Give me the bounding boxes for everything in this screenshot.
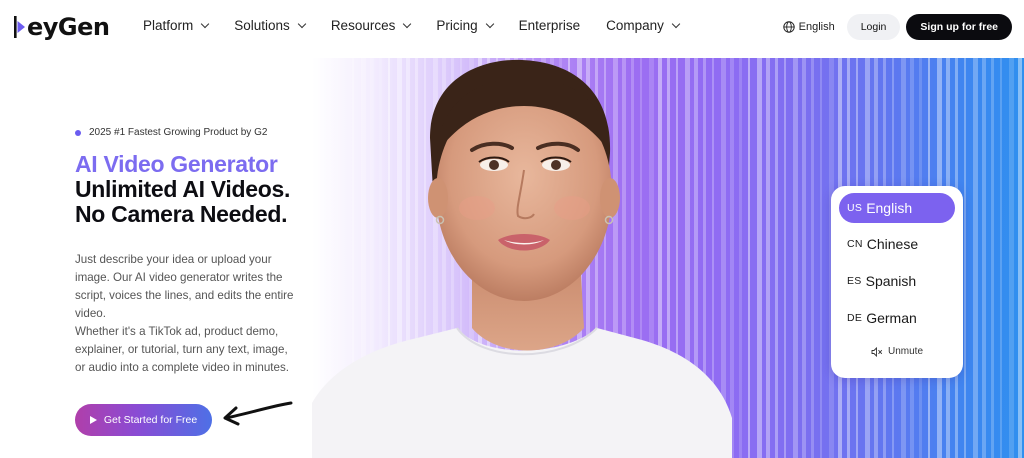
- description-paragraph-2: Whether it's a TikTok ad, product demo, …: [75, 325, 289, 374]
- language-label-spanish: Spanish: [865, 273, 917, 289]
- light-stripe: [1018, 58, 1022, 458]
- hero-description: Just describe your idea or upload your i…: [75, 251, 300, 377]
- light-stripe: [784, 58, 786, 458]
- language-label: English: [798, 21, 835, 33]
- nav-solutions[interactable]: Solutions: [234, 18, 307, 33]
- language-option-chinese[interactable]: CN Chinese: [839, 229, 955, 259]
- light-stripe: [757, 58, 762, 458]
- language-label-german: German: [866, 310, 917, 326]
- play-icon: [89, 416, 97, 424]
- headline-accent: AI Video Generator: [75, 151, 278, 177]
- light-stripe: [991, 58, 994, 458]
- ai-avatar-image: [312, 59, 732, 458]
- nav-platform[interactable]: Platform: [143, 18, 210, 33]
- language-option-spanish[interactable]: ES Spanish: [839, 266, 955, 296]
- nav-company[interactable]: Company: [606, 18, 681, 33]
- headline-line-2: Unlimited AI Videos.: [75, 176, 291, 202]
- nav-company-label: Company: [606, 18, 664, 33]
- chevron-down-icon: [671, 19, 681, 28]
- unmute-label: Unmute: [887, 346, 923, 357]
- language-label-english: English: [866, 200, 913, 216]
- description-paragraph-1: Just describe your idea or upload your i…: [75, 253, 294, 320]
- nav-enterprise-label: Enterprise: [518, 18, 581, 33]
- logo-play-icon: [14, 16, 25, 38]
- light-stripe: [802, 58, 806, 458]
- logo-wordmark: eyGen: [27, 13, 110, 41]
- headline-line-3: No Camera Needed.: [75, 201, 288, 227]
- light-stripe: [982, 58, 986, 458]
- light-stripe: [748, 58, 750, 458]
- light-stripe: [820, 58, 822, 458]
- light-stripe: [775, 58, 778, 458]
- light-stripe: [1000, 58, 1002, 458]
- language-option-english[interactable]: US English: [839, 193, 955, 223]
- unmute-button[interactable]: Unmute: [831, 346, 963, 357]
- get-started-button[interactable]: Get Started for Free: [75, 404, 212, 436]
- light-stripe: [973, 58, 978, 458]
- light-stripe: [766, 58, 770, 458]
- language-label-chinese: Chinese: [866, 236, 919, 252]
- speaker-muted-icon: [871, 346, 883, 357]
- heygen-logo[interactable]: eyGen: [14, 12, 110, 42]
- globe-icon: [782, 21, 795, 33]
- login-button[interactable]: Login: [846, 14, 901, 40]
- chevron-down-icon: [403, 19, 412, 28]
- light-stripe: [811, 58, 814, 458]
- g2-badge: 2025 #1 Fastest Growing Product by G2: [75, 127, 267, 138]
- language-selector[interactable]: English: [782, 21, 835, 33]
- badge-text: 2025 #1 Fastest Growing Product by G2: [89, 127, 268, 138]
- language-code-es: ES: [847, 275, 862, 287]
- language-option-german[interactable]: DE German: [839, 303, 955, 333]
- nav-pricing-label: Pricing: [436, 18, 478, 33]
- language-switcher-panel: US English CN Chinese ES Spanish DE Germ…: [831, 186, 963, 378]
- nav-pricing[interactable]: Pricing: [436, 18, 494, 33]
- chevron-down-icon: [201, 19, 210, 28]
- signup-button[interactable]: Sign up for free: [906, 14, 1012, 40]
- nav-resources-label: Resources: [330, 18, 396, 33]
- nav-platform-label: Platform: [143, 18, 194, 33]
- nav-enterprise[interactable]: Enterprise: [519, 18, 581, 33]
- language-code-de: DE: [847, 312, 863, 324]
- main-menu: Platform Solutions Resources Pricing Ent…: [143, 18, 705, 33]
- cta-label: Get Started for Free: [103, 414, 198, 426]
- hand-drawn-arrow-icon: [223, 401, 293, 426]
- chevron-down-icon: [297, 19, 307, 28]
- language-code-cn: CN: [847, 238, 863, 250]
- light-stripe: [739, 58, 742, 458]
- chevron-down-icon: [485, 19, 494, 28]
- nav-actions: English Login Sign up for free: [782, 14, 1012, 40]
- light-stripe: [1009, 58, 1014, 458]
- top-navbar: eyGen Platform Solutions Resources Prici…: [0, 0, 1024, 56]
- nav-solutions-label: Solutions: [234, 18, 290, 33]
- light-stripe: [964, 58, 966, 458]
- nav-resources[interactable]: Resources: [330, 18, 412, 33]
- light-stripe: [793, 58, 798, 458]
- badge-dot-icon: [75, 129, 81, 136]
- language-code-us: US: [847, 202, 863, 214]
